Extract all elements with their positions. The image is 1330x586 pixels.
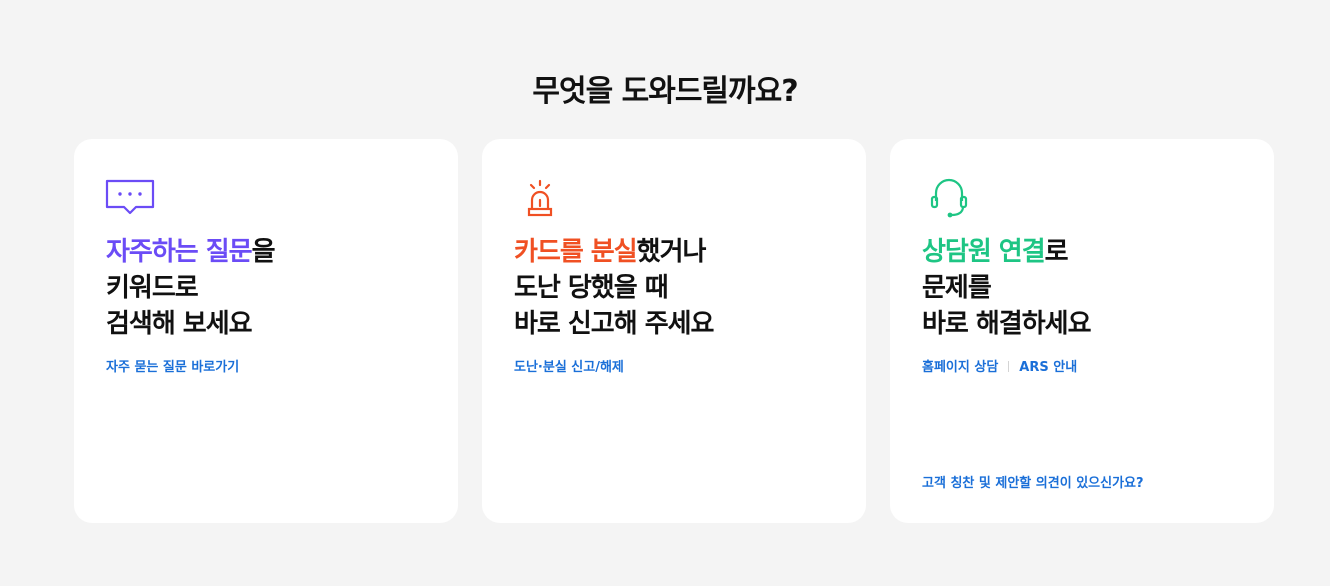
lost-line3: 바로 신고해 주세요 xyxy=(514,309,714,339)
faq-shortcut-link[interactable]: 자주 묻는 질문 바로가기 xyxy=(106,360,239,375)
link-divider xyxy=(1008,361,1010,372)
ars-guide-link[interactable]: ARS 안내 xyxy=(1019,360,1077,375)
consult-highlight: 상담원 연결 xyxy=(922,237,1046,267)
lost-headline: 카드를 분실했거나 도난 당했을 때 바로 신고해 주세요 xyxy=(514,234,714,342)
faq-line3: 검색해 보세요 xyxy=(106,309,253,339)
siren-icon xyxy=(513,171,565,223)
faq-links: 자주 묻는 질문 바로가기 xyxy=(106,356,239,375)
consult-links: 홈페이지 상담 ARS 안내 xyxy=(922,356,1077,375)
report-link[interactable]: 도난·분실 신고/해제 xyxy=(514,360,624,375)
faq-line1-rest: 을 xyxy=(251,237,276,267)
consult-card[interactable]: 상담원 연결로 문제를 바로 해결하세요 홈페이지 상담 ARS 안내 고객 칭찬… xyxy=(890,139,1274,523)
speech-bubble-icon xyxy=(105,171,157,223)
lost-line2: 도난 당했을 때 xyxy=(514,273,669,303)
lost-card[interactable]: 카드를 분실했거나 도난 당했을 때 바로 신고해 주세요 도난·분실 신고/해… xyxy=(482,139,866,523)
homepage-consult-link[interactable]: 홈페이지 상담 xyxy=(922,360,998,375)
consult-line3: 바로 해결하세요 xyxy=(922,309,1091,339)
feedback-link[interactable]: 고객 칭찬 및 제안할 의견이 있으신가요? xyxy=(922,472,1144,491)
faq-highlight: 자주하는 질문 xyxy=(106,237,253,267)
consult-headline: 상담원 연결로 문제를 바로 해결하세요 xyxy=(922,234,1091,342)
consult-line1-rest: 로 xyxy=(1044,237,1069,267)
faq-card[interactable]: 자주하는 질문을 키워드로 검색해 보세요 자주 묻는 질문 바로가기 xyxy=(74,139,458,523)
page-title: 무엇을 도와드릴까요? xyxy=(532,74,798,110)
headset-icon xyxy=(921,171,973,223)
lost-highlight: 카드를 분실 xyxy=(514,237,638,267)
lost-line1-rest: 했거나 xyxy=(636,237,707,267)
faq-headline: 자주하는 질문을 키워드로 검색해 보세요 xyxy=(106,234,275,342)
consult-line2: 문제를 xyxy=(922,273,992,303)
faq-line2: 키워드로 xyxy=(106,273,199,303)
lost-links: 도난·분실 신고/해제 xyxy=(514,356,624,375)
